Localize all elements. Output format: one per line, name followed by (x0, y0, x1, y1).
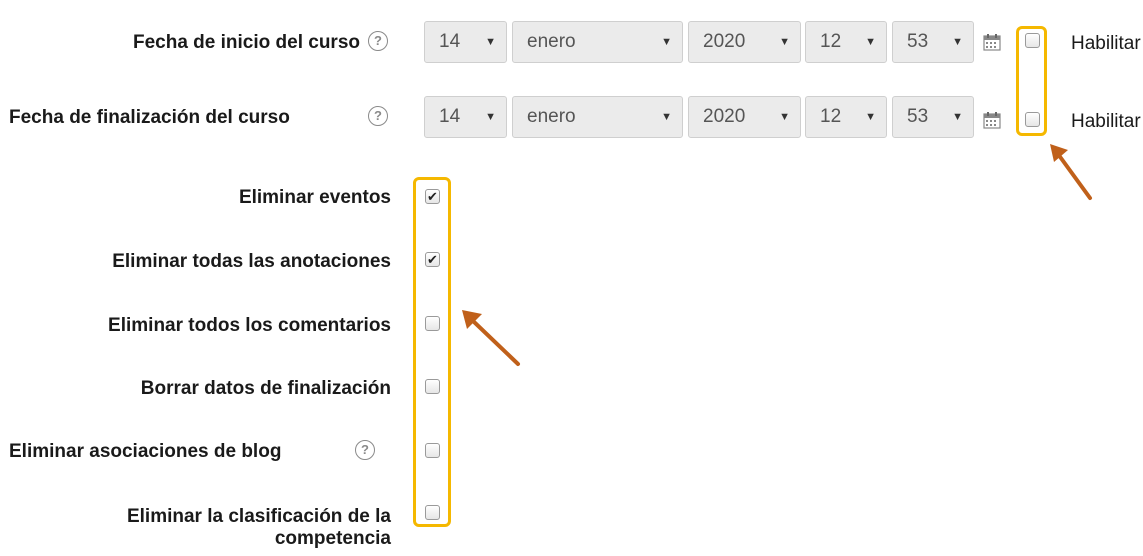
start-enable-label: Habilitar (1071, 33, 1141, 54)
start-hour-select[interactable]: 12 ▼ (805, 21, 887, 63)
start-month-value: enero (527, 31, 576, 52)
option-label-events: Eliminar eventos (238, 187, 391, 208)
end-minute-select[interactable]: 53 ▼ (892, 96, 974, 138)
option-label-blog: Eliminar asociaciones de blog (9, 441, 282, 462)
caret-down-icon: ▼ (779, 36, 790, 48)
option-label-completion: Borrar datos de finalización (140, 378, 391, 399)
end-year-value: 2020 (703, 106, 746, 127)
end-day-select[interactable]: 14 ▼ (424, 96, 507, 138)
end-hour-select[interactable]: 12 ▼ (805, 96, 887, 138)
start-minute-select[interactable]: 53 ▼ (892, 21, 974, 63)
option-label-competency-line1: Eliminar la clasificación de la (126, 506, 391, 527)
option-label-competency: Eliminar la clasificación de la competen… (127, 506, 391, 550)
arrow-annotation-icon (462, 310, 520, 366)
calendar-icon[interactable] (983, 33, 1001, 51)
start-minute-value: 53 (907, 31, 929, 52)
caret-down-icon: ▼ (952, 36, 963, 48)
start-year-select[interactable]: 2020 ▼ (688, 21, 801, 63)
end-date-label: Fecha de finalización del curso (9, 107, 290, 128)
start-day-select[interactable]: 14 ▼ (424, 21, 507, 63)
start-month-select[interactable]: enero ▼ (512, 21, 683, 63)
end-minute-value: 53 (907, 106, 929, 127)
question-circle-icon[interactable]: ? (368, 106, 388, 126)
start-day-value: 14 (439, 31, 461, 52)
caret-down-icon: ▼ (485, 36, 496, 48)
calendar-icon[interactable] (983, 111, 1001, 129)
end-enable-label: Habilitar (1071, 111, 1141, 132)
start-year-value: 2020 (703, 31, 746, 52)
caret-down-icon: ▼ (865, 36, 876, 48)
arrow-annotation-icon (1050, 144, 1092, 200)
caret-down-icon: ▼ (661, 36, 672, 48)
caret-down-icon: ▼ (485, 111, 496, 123)
end-month-select[interactable]: enero ▼ (512, 96, 683, 138)
option-checkboxes-highlight (413, 177, 451, 527)
start-hour-value: 12 (820, 31, 842, 52)
option-label-comments: Eliminar todos los comentarios (108, 315, 391, 336)
end-hour-value: 12 (820, 106, 842, 127)
option-label-annotations: Eliminar todas las anotaciones (112, 251, 391, 272)
caret-down-icon: ▼ (865, 111, 876, 123)
option-label-competency-line2: competencia (274, 528, 391, 549)
caret-down-icon: ▼ (779, 111, 790, 123)
caret-down-icon: ▼ (661, 111, 672, 123)
question-circle-icon[interactable]: ? (368, 31, 388, 51)
end-day-value: 14 (439, 106, 461, 127)
start-date-label: Fecha de inicio del curso (132, 32, 360, 53)
end-year-select[interactable]: 2020 ▼ (688, 96, 801, 138)
enable-checkboxes-highlight (1016, 26, 1047, 136)
end-month-value: enero (527, 106, 576, 127)
caret-down-icon: ▼ (952, 111, 963, 123)
question-circle-icon[interactable]: ? (355, 440, 375, 460)
